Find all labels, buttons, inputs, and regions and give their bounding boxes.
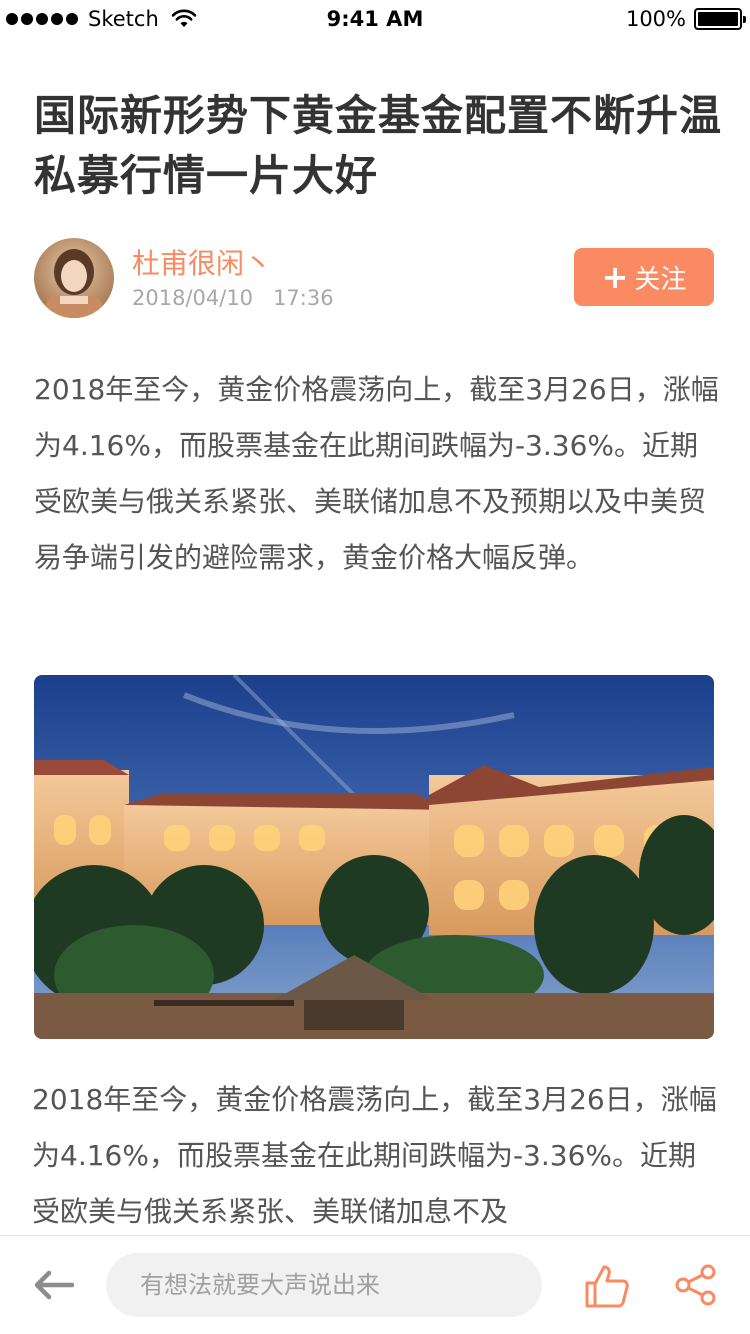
bottom-bar [0,1235,750,1334]
share-icon[interactable] [674,1263,718,1307]
follow-label: 关注 [634,264,687,295]
comment-input[interactable] [106,1253,542,1317]
avatar[interactable] [34,238,114,318]
article-title: 国际新形势下黄金基金配置不断升温私募行情一片大好 [34,91,723,200]
battery-percent: 100% [625,7,686,31]
post-date: 2018/04/10 17:36 [132,286,334,310]
author-name[interactable]: 杜甫很闲丶 [132,242,272,282]
back-arrow-icon[interactable] [32,1268,74,1302]
article-paragraph: 2018年至今，黄金价格震荡向上，截至3月26日，涨幅为4.16%，而股票基金在… [34,373,719,574]
battery-icon [694,8,746,30]
article-paragraph: 2018年至今，黄金价格震荡向上，截至3月26日，涨幅为4.16%，而股票基金在… [32,1083,717,1228]
plus-icon: + [601,258,629,296]
status-bar: Sketch 9:41 AM 100% [0,0,750,40]
follow-button[interactable]: + 关注 [574,248,714,306]
article-image[interactable] [34,675,714,1039]
status-right: 100% [625,7,746,31]
like-icon[interactable] [584,1263,630,1309]
